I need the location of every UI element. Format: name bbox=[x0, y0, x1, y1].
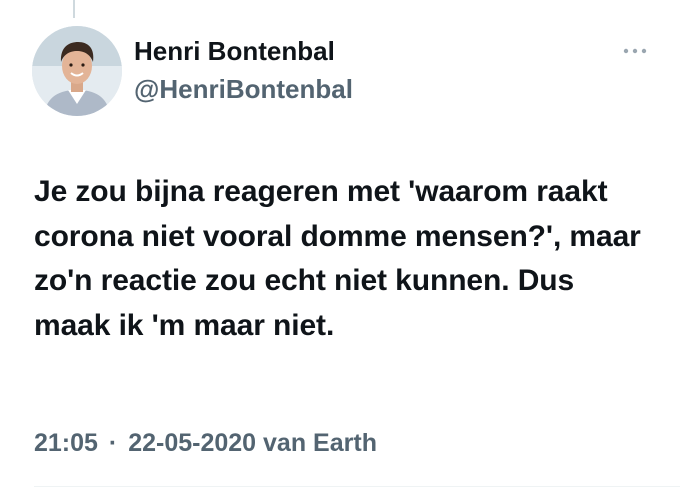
author-handle[interactable]: @HenriBontenbal bbox=[134, 74, 353, 104]
tweet-text: Je zou bijna reageren met 'waarom raakt … bbox=[34, 175, 641, 342]
thread-connector-line bbox=[73, 0, 75, 18]
tweet-source: van Earth bbox=[263, 429, 377, 457]
avatar[interactable] bbox=[32, 26, 122, 116]
tweet-time[interactable]: 21:05 bbox=[34, 429, 98, 457]
more-horizontal-icon[interactable] bbox=[622, 44, 648, 58]
avatar-photo bbox=[32, 26, 122, 116]
author-display-name[interactable]: Henri Bontenbal bbox=[134, 36, 335, 66]
meta-separator: · bbox=[108, 429, 118, 457]
tweet-date[interactable]: 22-05-2020 bbox=[128, 429, 256, 457]
divider bbox=[34, 486, 680, 487]
tweet-meta: 21:05 · 22-05-2020 van Earth bbox=[34, 428, 377, 458]
